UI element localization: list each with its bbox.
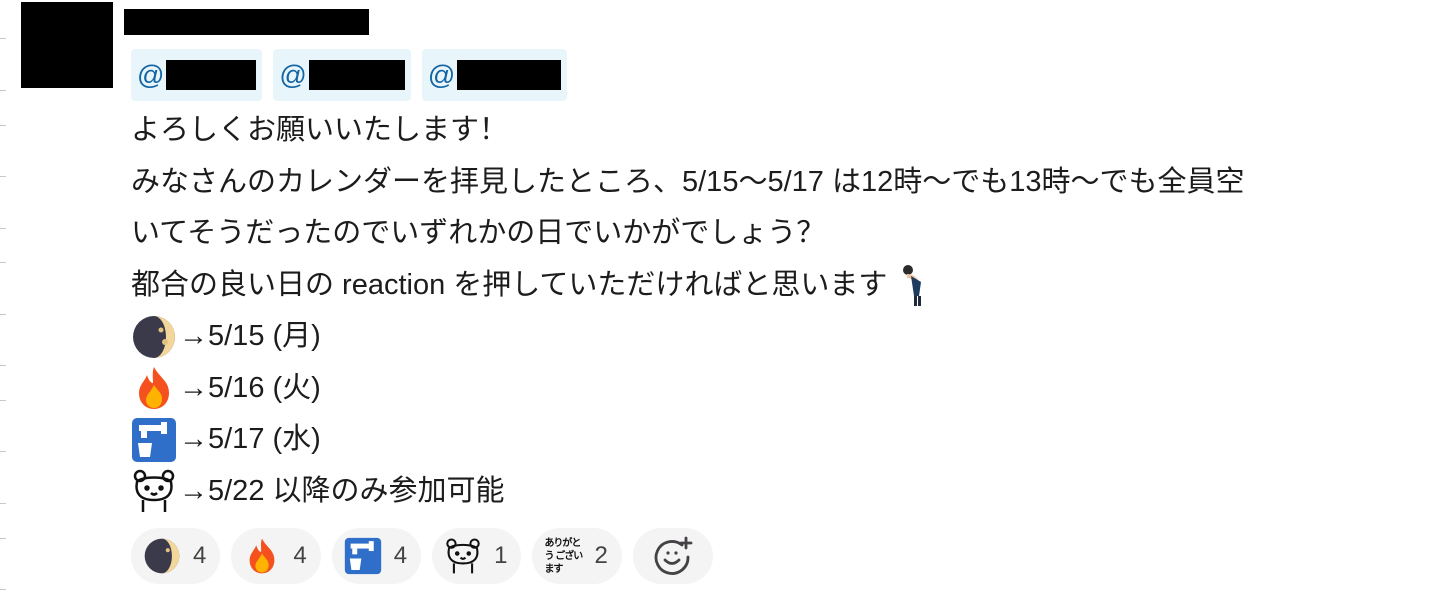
- option-line: →5/16 (火): [131, 363, 1431, 415]
- option-line: →5/17 (水): [131, 414, 1431, 466]
- mention-at-sign: @: [279, 59, 307, 90]
- bear-icon: [444, 537, 482, 575]
- user-mention[interactable]: @: [273, 49, 411, 101]
- bowing-person-icon: [899, 262, 929, 308]
- add-reaction-icon: [652, 535, 694, 577]
- option-line: →5/15 (月): [131, 311, 1431, 363]
- option-line: →5/22 以降のみ参加可能: [131, 466, 1431, 518]
- reaction-moon[interactable]: 4: [131, 528, 221, 584]
- moon-icon: [143, 537, 181, 575]
- water-tap-icon: [131, 417, 177, 463]
- reaction-count: 4: [293, 542, 307, 569]
- reaction-count: 1: [494, 542, 508, 569]
- reaction-water-tap[interactable]: 4: [331, 528, 422, 584]
- reaction-bear[interactable]: 1: [432, 528, 522, 584]
- bear-icon: [131, 468, 177, 514]
- moon-icon: [131, 314, 177, 360]
- fire-icon: [131, 365, 177, 411]
- user-mention[interactable]: @: [421, 49, 568, 101]
- option-text: →5/22 以降のみ参加可能: [179, 474, 505, 507]
- reaction-arigatou[interactable]: ありがとう ございます 2: [532, 528, 622, 584]
- message-line: よろしくお願いいたします！: [131, 114, 509, 146]
- mention-name-redacted: [166, 60, 257, 90]
- message-line: 都合の良い日の reaction を押していただければと思います: [131, 260, 1431, 312]
- mention-name-redacted: [457, 60, 562, 90]
- user-mention[interactable]: @: [131, 49, 263, 101]
- message-line-text: 都合の良い日の reaction を押していただければと思います: [131, 268, 888, 301]
- reaction-count: 2: [594, 542, 608, 569]
- reaction-count: 4: [393, 542, 408, 569]
- fire-icon: [243, 537, 281, 575]
- reaction-bar: 4 4 4 1 ありがとう ございます 2: [131, 528, 713, 584]
- avatar[interactable]: [21, 2, 113, 88]
- reaction-fire[interactable]: 4: [231, 528, 321, 584]
- mention-row: @ @ @: [131, 49, 568, 101]
- gutter-ticks: [0, 0, 8, 597]
- option-text: →5/16 (火): [179, 371, 321, 404]
- message-body: よろしくお願いいたします！ みなさんのカレンダーを拝見したところ、5/15〜5/…: [131, 105, 1431, 517]
- option-text: →5/17 (水): [179, 423, 321, 455]
- message-line: いてそうだったのでいずれかの日でいかがでしょう？: [131, 217, 826, 249]
- mention-at-sign: @: [427, 59, 456, 90]
- option-text: →5/15 (月): [179, 320, 321, 352]
- reaction-count: 4: [193, 542, 207, 569]
- add-reaction-button[interactable]: [632, 528, 713, 584]
- mention-at-sign: @: [137, 59, 165, 90]
- arigatou-gozaimasu-icon: ありがとう ございます: [544, 537, 583, 575]
- mention-name-redacted: [308, 60, 405, 90]
- water-tap-icon: [344, 537, 382, 575]
- message-line: みなさんのカレンダーを拝見したところ、5/15〜5/17 は12時〜でも13時〜…: [131, 165, 1245, 198]
- sender-name-redacted[interactable]: [124, 9, 369, 35]
